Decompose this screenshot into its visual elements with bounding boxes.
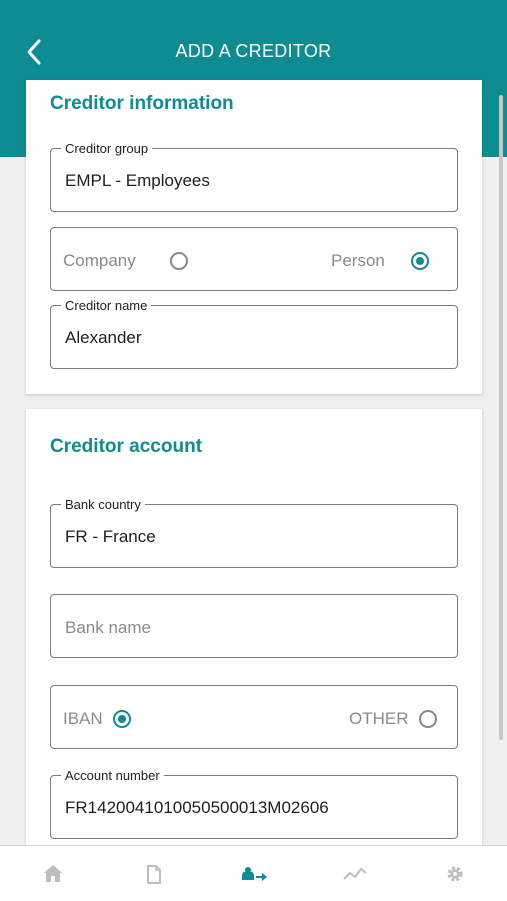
home-icon — [44, 865, 62, 882]
nav-statistics[interactable] — [341, 862, 369, 886]
scrollbar[interactable] — [499, 95, 503, 740]
document-icon — [147, 865, 161, 884]
bank-country-value: FR - France — [65, 527, 156, 546]
other-radio[interactable] — [419, 710, 437, 728]
account-number-label: Account number — [61, 768, 164, 783]
other-radio-label: OTHER — [349, 709, 409, 728]
section-title-creditor-information: Creditor information — [50, 93, 234, 114]
creditor-group-value: EMPL - Employees — [65, 171, 210, 190]
creditor-account-card: Creditor account Bank country FR - Franc… — [26, 409, 482, 869]
company-radio-label: Company — [63, 251, 136, 270]
bottom-nav — [0, 845, 507, 901]
bank-name-placeholder: Bank name — [65, 618, 151, 637]
creditor-name-label: Creditor name — [61, 298, 152, 313]
bank-name-field[interactable]: Bank name — [50, 594, 458, 658]
account-number-field[interactable]: Account number FR1420041010050500013M026… — [50, 768, 458, 839]
gear-icon — [447, 866, 463, 882]
page-title: ADD A CREDITOR — [175, 41, 332, 61]
person-radio[interactable] — [411, 252, 429, 270]
creditor-name-field[interactable]: Creditor name Alexander — [50, 298, 458, 369]
creditor-type-radio-group: Company Person — [50, 227, 458, 291]
nav-transfer[interactable] — [240, 862, 268, 886]
creditor-group-label: Creditor group — [61, 141, 153, 156]
iban-radio-label: IBAN — [63, 709, 103, 728]
iban-radio[interactable] — [113, 710, 131, 728]
chart-icon — [343, 868, 367, 880]
account-number-value: FR1420041010050500013M02606 — [65, 798, 329, 817]
nav-home[interactable] — [39, 862, 67, 886]
account-type-radio-group: IBAN OTHER — [50, 685, 458, 749]
nav-documents[interactable] — [139, 862, 167, 886]
bank-country-label: Bank country — [61, 497, 145, 512]
section-title-creditor-account: Creditor account — [50, 436, 203, 457]
person-radio-label: Person — [331, 251, 385, 270]
bank-country-field[interactable]: Bank country FR - France — [50, 497, 458, 568]
company-radio[interactable] — [170, 252, 188, 270]
creditor-information-card: Creditor information Creditor group EMPL… — [26, 80, 482, 394]
nav-settings[interactable] — [441, 862, 469, 886]
creditor-group-field[interactable]: Creditor group EMPL - Employees — [50, 141, 458, 212]
creditor-name-value: Alexander — [65, 328, 142, 347]
transfer-icon — [242, 867, 267, 881]
